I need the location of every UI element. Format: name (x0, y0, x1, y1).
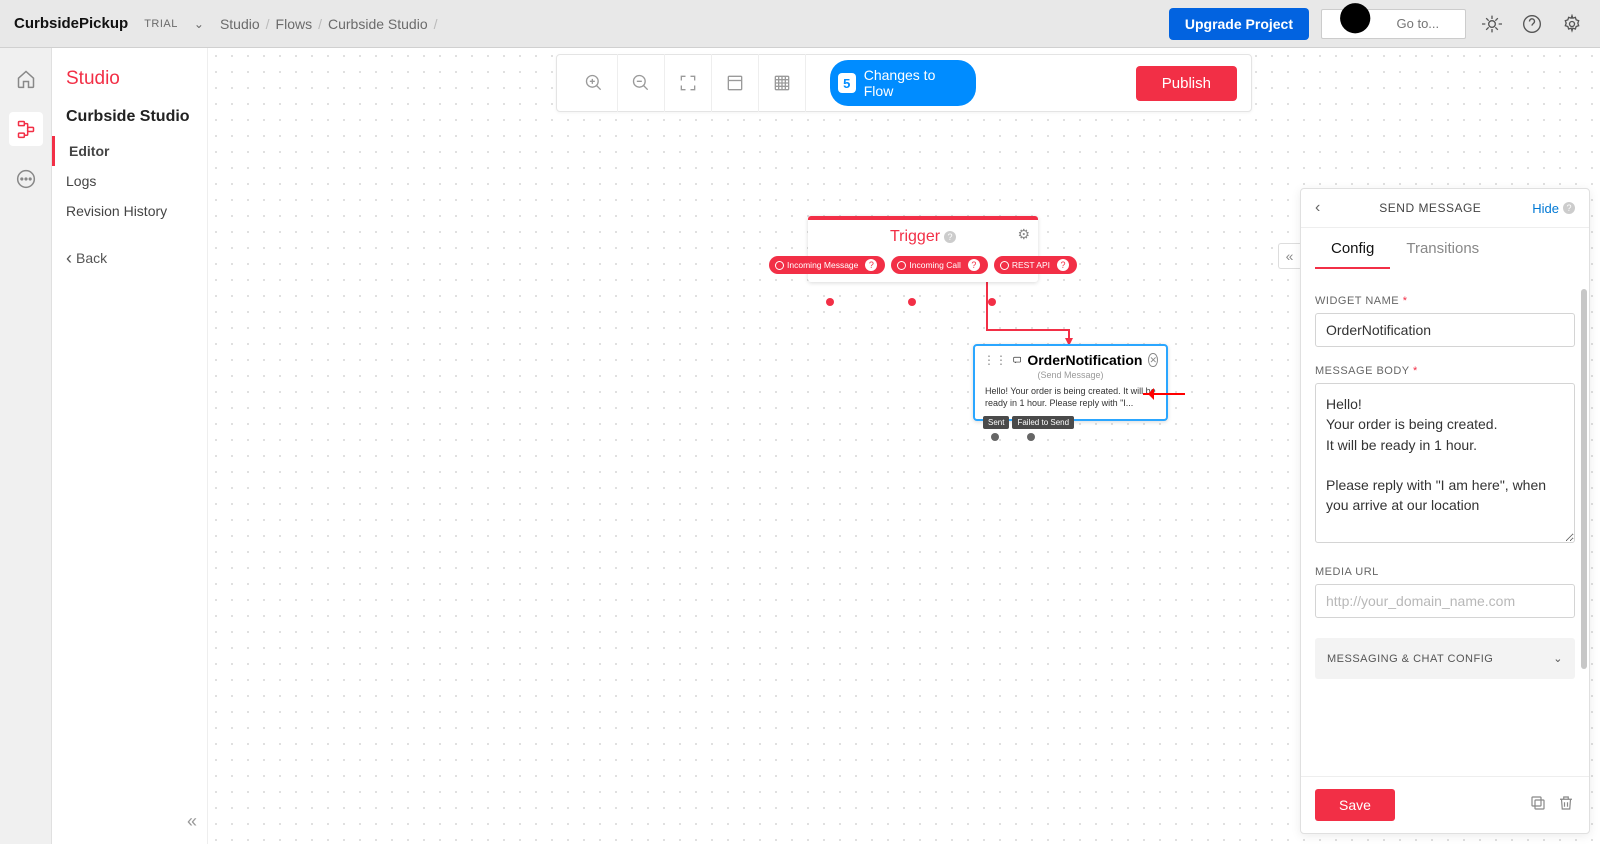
gear-icon[interactable]: ⚙ (1017, 226, 1030, 243)
top-bar: CurbsidePickup TRIAL ⌄ Studio / Flows / … (0, 0, 1600, 48)
drag-handle-icon[interactable]: ⋮⋮ (983, 353, 1007, 367)
debug-icon[interactable] (1478, 10, 1506, 38)
sidebar-title: Studio (52, 68, 207, 104)
annotation-arrow (1143, 393, 1185, 395)
trigger-title: Trigger (890, 228, 940, 246)
changes-label: Changes to Flow (864, 67, 958, 99)
panel-scrollbar[interactable] (1581, 289, 1587, 669)
tab-config[interactable]: Config (1315, 228, 1390, 269)
sidebar-flow-name: Curbside Studio (52, 104, 207, 136)
trigger-port-rest-api[interactable]: REST API? (994, 256, 1077, 274)
chevron-down-icon: ⌄ (1553, 652, 1563, 665)
nav-rail (0, 48, 52, 844)
canvas-toolbar: 5 Changes to Flow Publish (556, 54, 1252, 112)
widget-title: OrderNotification (1027, 352, 1142, 368)
tab-transitions[interactable]: Transitions (1390, 228, 1495, 269)
grid-toggle-button[interactable] (759, 54, 806, 112)
fit-screen-button[interactable] (665, 54, 712, 112)
trial-badge: TRIAL (144, 18, 178, 30)
message-icon (1013, 353, 1021, 367)
zoom-in-button[interactable] (571, 54, 618, 112)
port-sent[interactable]: Sent (983, 416, 1009, 429)
panel-collapse-tab[interactable]: « (1278, 243, 1300, 269)
widget-name-input[interactable] (1315, 313, 1575, 347)
changes-to-flow-button[interactable]: 5 Changes to Flow (830, 60, 976, 106)
rail-more[interactable] (9, 162, 43, 196)
changes-count: 5 (838, 73, 856, 93)
trigger-widget[interactable]: Trigger ? ⚙ Incoming Message? Incoming C… (808, 216, 1038, 282)
zoom-out-button[interactable] (618, 54, 665, 112)
search-input[interactable] (1321, 9, 1466, 39)
config-panel: ‹ SEND MESSAGE Hide ? Config Transitions… (1300, 188, 1590, 834)
settings-icon[interactable] (1558, 10, 1586, 38)
sidebar-item-logs[interactable]: Logs (52, 166, 207, 196)
search-field[interactable] (1397, 16, 1458, 31)
upgrade-project-button[interactable]: Upgrade Project (1169, 8, 1309, 40)
widget-subtitle: (Send Message) (975, 370, 1166, 384)
breadcrumb: Studio / Flows / Curbside Studio / (220, 16, 438, 32)
close-icon[interactable]: ✕ (1148, 353, 1158, 367)
port-failed[interactable]: Failed to Send (1012, 416, 1074, 429)
flow-canvas[interactable]: 5 Changes to Flow Publish Trigger ? ⚙ In… (208, 48, 1600, 844)
panel-hide-link[interactable]: Hide (1532, 201, 1559, 216)
breadcrumb-item[interactable]: Flows (276, 16, 313, 32)
search-icon (1330, 0, 1391, 54)
panel-back-icon[interactable]: ‹ (1315, 199, 1320, 217)
project-name: CurbsidePickup (14, 15, 128, 32)
rail-flow[interactable] (9, 112, 43, 146)
save-button[interactable]: Save (1315, 789, 1395, 821)
delete-icon[interactable] (1557, 794, 1575, 817)
breadcrumb-item[interactable]: Studio (220, 16, 260, 32)
publish-button[interactable]: Publish (1136, 66, 1237, 101)
sidebar-item-editor[interactable]: Editor (52, 136, 207, 166)
sidebar: Studio Curbside Studio Editor Logs Revis… (52, 48, 208, 844)
sidebar-back[interactable]: Back (52, 226, 207, 290)
order-notification-widget[interactable]: ⋮⋮ OrderNotification ✕ (Send Message) He… (973, 344, 1168, 421)
widget-preview-text: Hello! Your order is being created. It w… (975, 384, 1166, 419)
help-icon[interactable]: ? (1563, 202, 1575, 214)
panel-title: SEND MESSAGE (1328, 201, 1532, 215)
label-message-body: MESSAGE BODY (1315, 365, 1575, 377)
help-icon[interactable] (1518, 10, 1546, 38)
accordion-label: MESSAGING & CHAT CONFIG (1327, 653, 1493, 665)
rail-home[interactable] (9, 62, 43, 96)
breadcrumb-item[interactable]: Curbside Studio (328, 16, 428, 32)
duplicate-icon[interactable] (1529, 794, 1547, 817)
project-dropdown[interactable]: ⌄ (190, 17, 208, 31)
sidebar-item-revision-history[interactable]: Revision History (52, 196, 207, 226)
trigger-port-incoming-call[interactable]: Incoming Call? (891, 256, 988, 274)
label-media-url: MEDIA URL (1315, 566, 1575, 578)
trigger-port-incoming-message[interactable]: Incoming Message? (769, 256, 885, 274)
help-icon[interactable]: ? (944, 231, 956, 243)
media-url-input[interactable] (1315, 584, 1575, 618)
label-widget-name: WIDGET NAME (1315, 295, 1575, 307)
panel-toggle-button[interactable] (712, 54, 759, 112)
message-body-textarea[interactable] (1315, 383, 1575, 543)
messaging-chat-config-accordion[interactable]: MESSAGING & CHAT CONFIG ⌄ (1315, 638, 1575, 679)
sidebar-collapse[interactable]: « (187, 811, 197, 832)
